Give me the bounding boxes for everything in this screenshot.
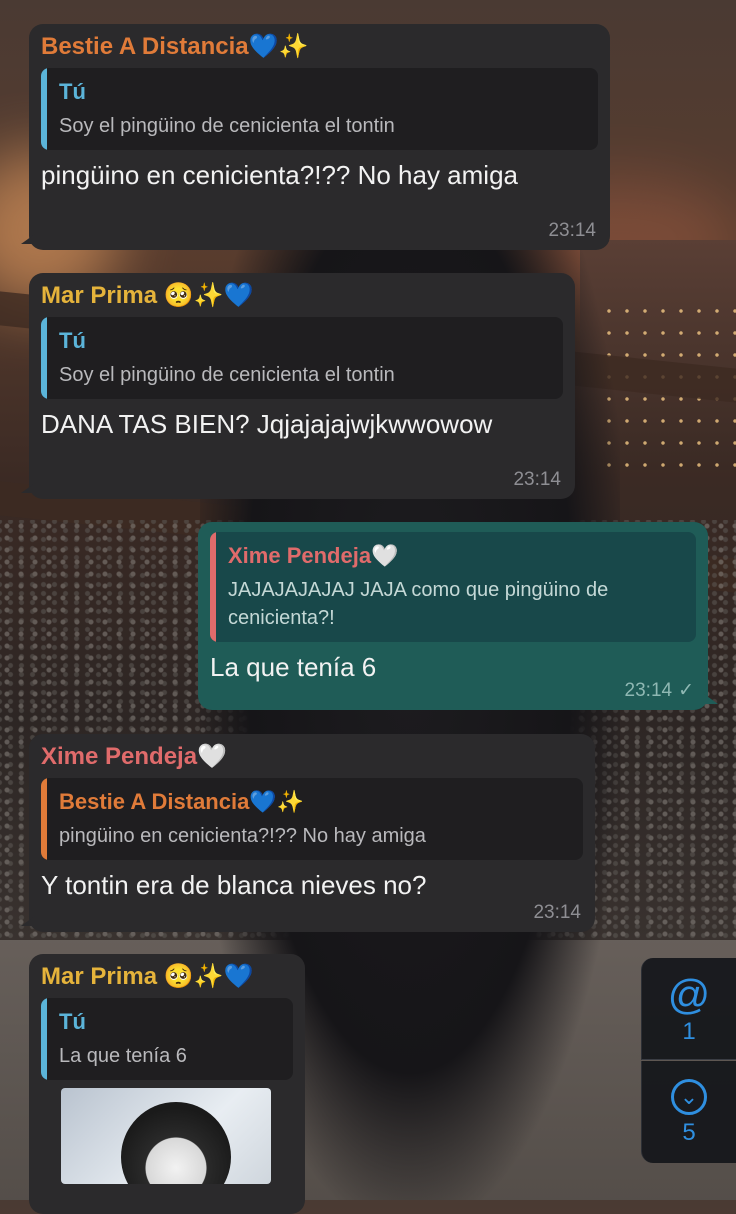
quoted-text: Soy el pingüino de cenicienta el tontin (59, 364, 395, 386)
message-meta: 23:14 ✓ (625, 679, 694, 702)
mentions-count: 1 (682, 1018, 696, 1045)
message-time: 23:14 (513, 469, 561, 490)
quoted-sender: Tú (59, 79, 86, 104)
message-text: DANA TAS BIEN? Jqjajajajwjkwwowow (41, 409, 493, 439)
message-bubble-outgoing[interactable]: Xime Pendeja🤍 JAJAJAJAJAJ JAJA como que … (198, 522, 718, 710)
photo-attachment[interactable] (61, 1088, 271, 1184)
message-text: Y tontin era de blanca nieves no? (41, 870, 427, 900)
mentions-button[interactable]: @ 1 (641, 958, 736, 1060)
sender-name[interactable]: Xime Pendeja🤍 (41, 742, 583, 772)
message-bubble[interactable]: Bestie A Distancia💙✨ Tú Soy el pingüino … (21, 24, 610, 250)
message-text: pingüino en cenicienta?!?? No hay amiga (41, 160, 519, 190)
quoted-text: pingüino en cenicienta?!?? No hay amiga (59, 825, 426, 847)
message-bubble[interactable]: Mar Prima 🥺✨💙 Tú Soy el pingüino de ceni… (21, 273, 575, 499)
message-time: 23:14 (624, 680, 673, 701)
quoted-message[interactable]: Bestie A Distancia💙✨ pingüino en cenicie… (41, 778, 583, 860)
quoted-message[interactable]: Tú Soy el pingüino de cenicienta el tont… (41, 317, 563, 399)
unread-count: 5 (682, 1119, 696, 1146)
husky-photo (121, 1102, 231, 1184)
at-icon: @ (667, 971, 711, 1018)
sender-name[interactable]: Mar Prima 🥺✨💙 (41, 962, 293, 992)
quoted-text: Soy el pingüino de cenicienta el tontin (59, 115, 395, 137)
message-time: 23:14 (533, 902, 581, 923)
quoted-sender: Bestie A Distancia💙✨ (59, 789, 305, 814)
message-time: 23:14 (548, 220, 596, 241)
message-bubble[interactable]: Xime Pendeja🤍 Bestie A Distancia💙✨ pingü… (21, 734, 595, 932)
quoted-sender: Tú (59, 1009, 86, 1034)
quoted-message[interactable]: Xime Pendeja🤍 JAJAJAJAJAJ JAJA como que … (210, 532, 696, 642)
quoted-message[interactable]: Tú La que tenía 6 (41, 998, 293, 1080)
quoted-message[interactable]: Tú Soy el pingüino de cenicienta el tont… (41, 68, 598, 150)
sent-check-icon: ✓ (678, 680, 694, 701)
chevron-down-icon: ⌄ (671, 1079, 707, 1115)
quoted-text: JAJAJAJAJAJ JAJA como que pingüino de ce… (228, 579, 609, 629)
message-text: La que tenía 6 (210, 652, 377, 682)
scroll-down-button[interactable]: ⌄ 5 (641, 1061, 736, 1163)
quoted-sender: Xime Pendeja🤍 (228, 543, 399, 568)
sender-name[interactable]: Mar Prima 🥺✨💙 (41, 281, 563, 311)
quoted-sender: Tú (59, 328, 86, 353)
quoted-text: La que tenía 6 (59, 1045, 187, 1067)
sender-name[interactable]: Bestie A Distancia💙✨ (41, 32, 598, 62)
message-bubble[interactable]: Mar Prima 🥺✨💙 Tú La que tenía 6 (29, 954, 305, 1214)
